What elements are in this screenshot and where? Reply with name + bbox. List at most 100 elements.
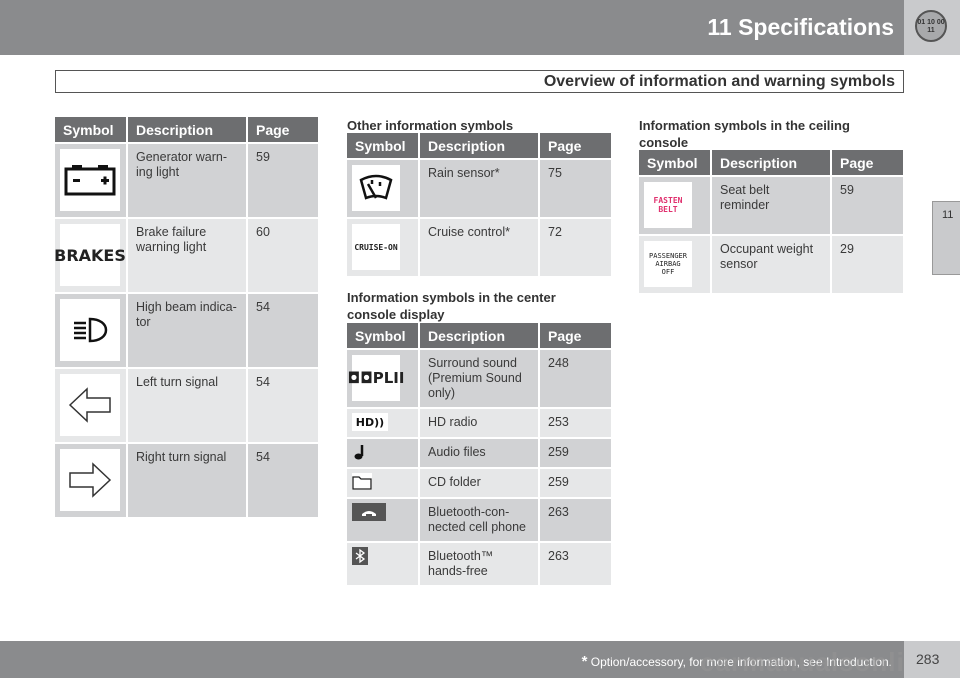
header-symbol: Symbol bbox=[347, 133, 418, 158]
header-symbol: Symbol bbox=[55, 117, 126, 142]
phone-icon bbox=[352, 503, 386, 521]
table-row: Right turn signal 54 bbox=[55, 444, 318, 517]
description-cell: Rain sensor* bbox=[420, 160, 538, 217]
header-symbol: Symbol bbox=[639, 150, 710, 175]
description-cell: High beam indica-tor bbox=[128, 294, 246, 367]
symbol-cell bbox=[55, 294, 126, 367]
table-row: Audio files 259 bbox=[347, 439, 611, 467]
description-cell: Seat belt reminder bbox=[712, 177, 830, 234]
passenger-airbag-off-icon: PASSENGER AIRBAG OFF bbox=[644, 241, 692, 287]
description-cell: Right turn signal bbox=[128, 444, 246, 517]
table-row: Left turn signal 54 bbox=[55, 369, 318, 442]
table-row: Rain sensor* 75 bbox=[347, 160, 611, 217]
page-cell[interactable]: 75 bbox=[540, 160, 611, 217]
page-cell[interactable]: 263 bbox=[540, 543, 611, 585]
symbol-cell bbox=[55, 369, 126, 442]
page-cell[interactable]: 263 bbox=[540, 499, 611, 541]
page-cell[interactable]: 72 bbox=[540, 219, 611, 276]
page-cell[interactable]: 259 bbox=[540, 439, 611, 467]
description-cell: Audio files bbox=[420, 439, 538, 467]
high-beam-icon bbox=[60, 299, 120, 361]
symbol-cell bbox=[55, 144, 126, 217]
page-cell[interactable]: 259 bbox=[540, 469, 611, 497]
brakes-text-icon: BRAKES bbox=[54, 224, 126, 286]
page-cell[interactable]: 59 bbox=[832, 177, 903, 234]
symbol-cell bbox=[55, 444, 126, 517]
hd-radio-icon: HD)) bbox=[352, 413, 388, 431]
header-description: Description bbox=[420, 323, 538, 348]
cruise-on-icon: CRUISE-ON bbox=[352, 224, 400, 270]
music-note-icon bbox=[352, 443, 368, 460]
description-cell: Cruise control* bbox=[420, 219, 538, 276]
chapter-side-tab[interactable]: 11 bbox=[932, 201, 960, 275]
table-row: Generator warn-ing light 59 bbox=[55, 144, 318, 217]
header-description: Description bbox=[128, 117, 246, 142]
table-header-row: Symbol Description Page bbox=[55, 117, 318, 142]
symbol-cell bbox=[347, 439, 418, 467]
other-symbols-table: Symbol Description Page Rain sensor* 75 CRUIS… bbox=[345, 131, 613, 278]
page-cell[interactable]: 60 bbox=[248, 219, 318, 292]
chapter-chip-icon: 01 10 00 11 bbox=[915, 10, 947, 42]
ceiling-console-table: Symbol Description Page FASTEN BELT Seat bel… bbox=[637, 148, 905, 295]
center-console-title: Information symbols in the center consol… bbox=[347, 290, 556, 322]
table-row: HD)) HD radio 253 bbox=[347, 409, 611, 437]
table-row: High beam indica-tor 54 bbox=[55, 294, 318, 367]
folder-icon bbox=[352, 473, 372, 490]
page-cell[interactable]: 54 bbox=[248, 369, 318, 442]
symbol-cell: ◘◘PLII bbox=[347, 350, 418, 407]
table-row: FASTEN BELT Seat belt reminder 59 bbox=[639, 177, 903, 234]
description-cell: Brake failure warning light bbox=[128, 219, 246, 292]
ceiling-console-title: Information symbols in the ceiling conso… bbox=[639, 118, 850, 150]
page-number: 283 bbox=[904, 641, 960, 678]
symbol-cell: FASTEN BELT bbox=[639, 177, 710, 234]
description-cell: HD radio bbox=[420, 409, 538, 437]
chapter-title: 11 Specifications bbox=[707, 14, 894, 40]
page-cell[interactable]: 253 bbox=[540, 409, 611, 437]
table-header-row: Symbol Description Page bbox=[347, 133, 611, 158]
table-row: CD folder 259 bbox=[347, 469, 611, 497]
description-cell: Surround sound (Premium Sound only) bbox=[420, 350, 538, 407]
page-cell[interactable]: 54 bbox=[248, 294, 318, 367]
fasten-belt-icon: FASTEN BELT bbox=[644, 182, 692, 228]
table-row: CRUISE-ON Cruise control* 72 bbox=[347, 219, 611, 276]
header-symbol: Symbol bbox=[347, 323, 418, 348]
table-row: Bluetooth-con-nected cell phone 263 bbox=[347, 499, 611, 541]
chapter-corner: 01 10 00 11 bbox=[904, 0, 960, 55]
center-console-table: Symbol Description Page ◘◘PLII Surround soun… bbox=[345, 321, 613, 587]
header-page: Page bbox=[248, 117, 318, 142]
symbol-cell bbox=[347, 499, 418, 541]
symbol-cell: HD)) bbox=[347, 409, 418, 437]
header-page: Page bbox=[540, 323, 611, 348]
symbol-cell: BRAKES bbox=[54, 219, 126, 292]
symbol-cell bbox=[347, 469, 418, 497]
rain-sensor-icon bbox=[352, 165, 400, 211]
table-header-row: Symbol Description Page bbox=[347, 323, 611, 348]
table-row: Bluetooth™ hands-free 263 bbox=[347, 543, 611, 585]
table-header-row: Symbol Description Page bbox=[639, 150, 903, 175]
table-row: PASSENGER AIRBAG OFF Occupant weight sens… bbox=[639, 236, 903, 293]
header-page: Page bbox=[540, 133, 611, 158]
table-row: ◘◘PLII Surround sound (Premium Sound only… bbox=[347, 350, 611, 407]
bluetooth-icon bbox=[352, 547, 368, 565]
symbol-cell: CRUISE-ON bbox=[347, 219, 418, 276]
page-cell[interactable]: 54 bbox=[248, 444, 318, 517]
left-arrow-icon bbox=[60, 374, 120, 436]
description-cell: Bluetooth-con-nected cell phone bbox=[420, 499, 538, 541]
description-cell: Generator warn-ing light bbox=[128, 144, 246, 217]
section-header: Overview of information and warning symb… bbox=[55, 70, 904, 93]
symbol-cell bbox=[347, 543, 418, 585]
header-page: Page bbox=[832, 150, 903, 175]
table-row: BRAKES Brake failure warning light 60 bbox=[54, 219, 318, 292]
warning-symbols-table: Symbol Description Page Generator warn-ing … bbox=[53, 115, 320, 519]
description-cell: Left turn signal bbox=[128, 369, 246, 442]
chapter-header-bar: 11 Specifications bbox=[0, 0, 904, 55]
battery-icon bbox=[60, 149, 120, 211]
page-cell[interactable]: 248 bbox=[540, 350, 611, 407]
page-cell[interactable]: 29 bbox=[832, 236, 903, 293]
section-title: Overview of information and warning symb… bbox=[543, 73, 895, 90]
header-description: Description bbox=[712, 150, 830, 175]
header-description: Description bbox=[420, 133, 538, 158]
dolby-plii-icon: ◘◘PLII bbox=[348, 355, 404, 401]
right-arrow-icon bbox=[60, 449, 120, 511]
page-cell[interactable]: 59 bbox=[248, 144, 318, 217]
